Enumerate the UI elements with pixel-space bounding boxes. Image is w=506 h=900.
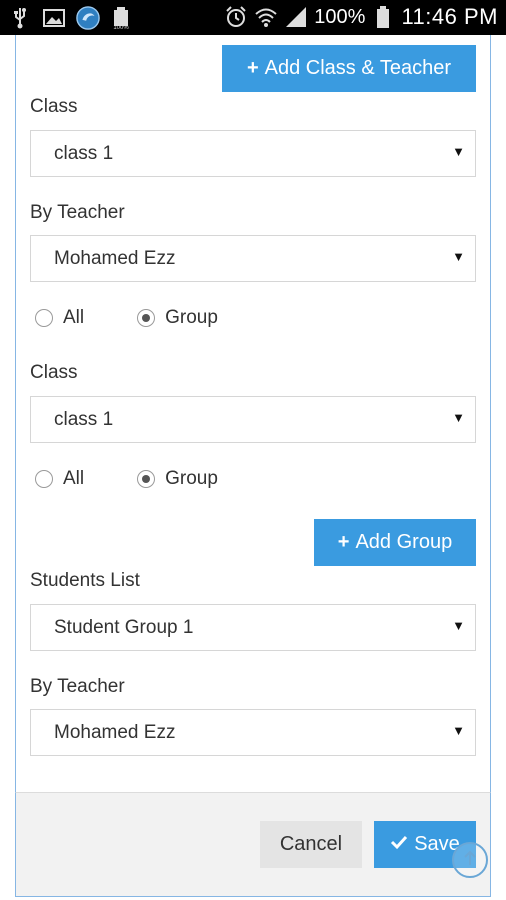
- radio-group[interactable]: Group: [137, 307, 218, 329]
- status-left-icons: 100%: [8, 6, 134, 30]
- arrow-up-icon: [462, 849, 478, 872]
- wifi-icon: [254, 5, 278, 29]
- app-logo-icon: [76, 6, 100, 30]
- status-bar: 100% 100% 11:46 PM: [0, 0, 506, 35]
- alarm-icon: [224, 5, 248, 29]
- plus-icon: +: [246, 57, 259, 79]
- signal-icon: [284, 5, 308, 29]
- radio-group-2[interactable]: Group: [137, 468, 218, 490]
- radio-all[interactable]: All: [35, 307, 84, 329]
- radio-group-filter: All Group: [35, 307, 218, 329]
- scroll-top-button[interactable]: [452, 842, 488, 878]
- class-select-2[interactable]: class 1 ▼: [30, 396, 476, 443]
- radio-selected-dot: [142, 314, 151, 322]
- radio-all-circle[interactable]: [35, 309, 53, 327]
- chevron-down-icon: ▼: [452, 723, 465, 738]
- battery-percent: 100%: [314, 5, 366, 28]
- radio-all-2-label: All: [63, 468, 85, 489]
- status-right-icons: 100% 11:46 PM: [224, 4, 498, 30]
- radio-selected-dot: [142, 475, 151, 483]
- usb-icon: [8, 6, 32, 30]
- by-teacher-label-2: By Teacher: [30, 676, 125, 697]
- teacher-select-2-value: Mohamed Ezz: [54, 721, 176, 743]
- check-icon: [390, 833, 408, 856]
- chevron-down-icon: ▼: [452, 249, 465, 264]
- battery-icon: [371, 5, 395, 29]
- radio-group-circle[interactable]: [137, 309, 156, 327]
- image-icon: [42, 6, 66, 30]
- radio-all-2-circle[interactable]: [35, 470, 53, 488]
- class-select-2-value: class 1: [54, 408, 114, 430]
- students-list-label: Students List: [30, 570, 140, 591]
- class-select[interactable]: class 1 ▼: [30, 130, 476, 177]
- class-label: Class: [30, 96, 78, 117]
- svg-text:100%: 100%: [113, 25, 129, 30]
- class-label-2: Class: [30, 362, 78, 383]
- radio-group-2-circle[interactable]: [137, 470, 156, 488]
- chevron-down-icon: ▼: [452, 144, 465, 159]
- teacher-select-value: Mohamed Ezz: [54, 247, 176, 269]
- radio-all-label: All: [63, 307, 85, 328]
- teacher-select[interactable]: Mohamed Ezz ▼: [30, 235, 476, 282]
- add-class-teacher-label: Add Class & Teacher: [264, 57, 452, 79]
- students-select-value: Student Group 1: [54, 616, 194, 638]
- clock: 11:46 PM: [401, 4, 498, 29]
- radio-group-filter-2: All Group: [35, 468, 218, 490]
- plus-icon: +: [337, 531, 350, 553]
- add-group-button[interactable]: + Add Group: [314, 519, 476, 566]
- chevron-down-icon: ▼: [452, 618, 465, 633]
- class-select-value: class 1: [54, 142, 114, 164]
- by-teacher-label: By Teacher: [30, 202, 125, 223]
- cancel-button[interactable]: Cancel: [260, 821, 362, 868]
- radio-group-2-label: Group: [165, 468, 218, 489]
- cancel-label: Cancel: [279, 833, 343, 855]
- add-class-teacher-button[interactable]: + Add Class & Teacher: [222, 45, 476, 92]
- chevron-down-icon: ▼: [452, 410, 465, 425]
- radio-group-label: Group: [165, 307, 218, 328]
- add-group-label: Add Group: [355, 531, 453, 553]
- radio-all-2[interactable]: All: [35, 468, 84, 490]
- battery-small-icon: 100%: [110, 6, 134, 30]
- students-select[interactable]: Student Group 1 ▼: [30, 604, 476, 651]
- teacher-select-2[interactable]: Mohamed Ezz ▼: [30, 709, 476, 756]
